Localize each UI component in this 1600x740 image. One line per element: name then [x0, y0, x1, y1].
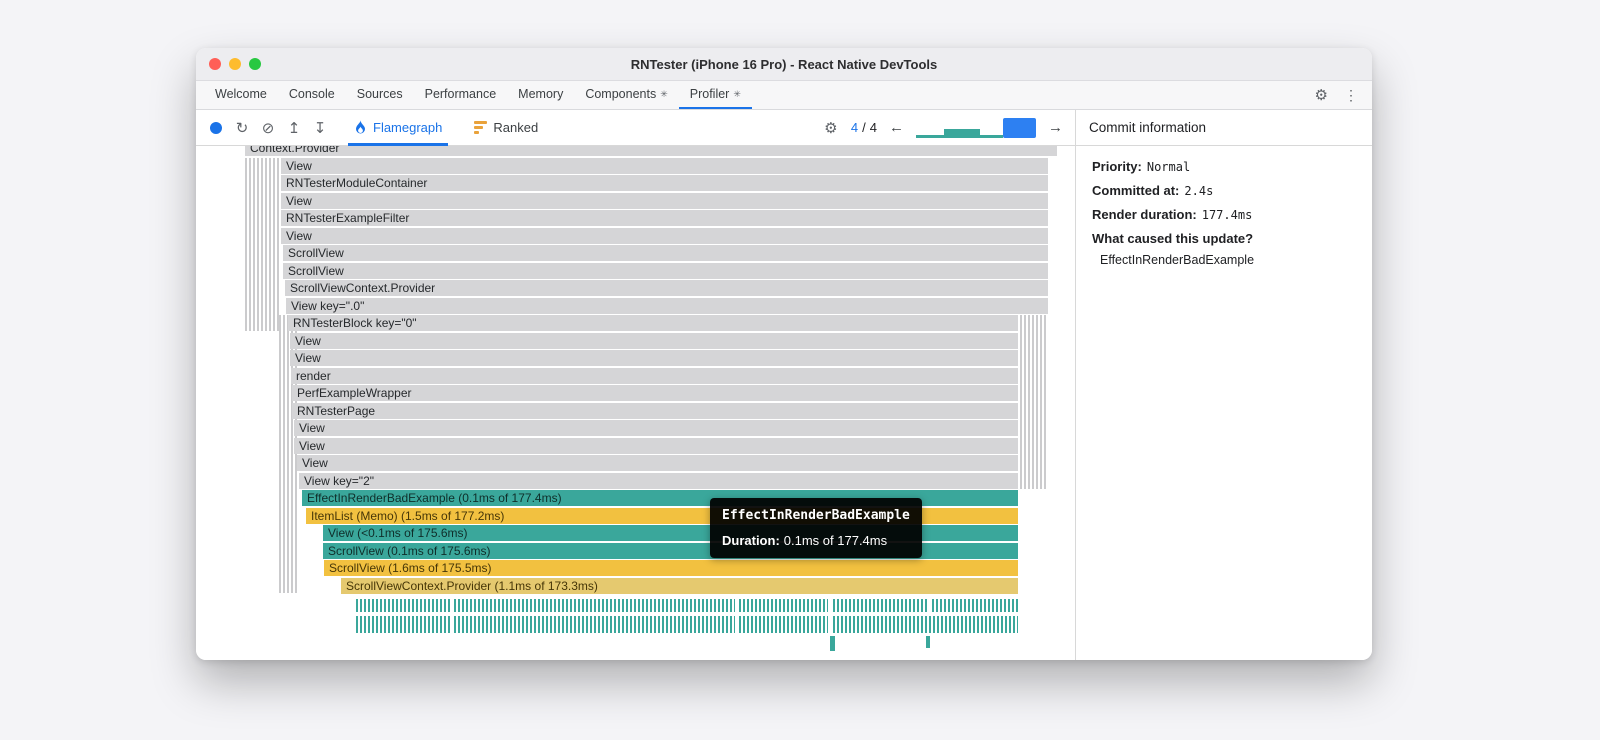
commit-info-body: Priority: Normal Committed at: 2.4s Render… [1076, 146, 1372, 280]
flame-micro-bars[interactable] [454, 599, 735, 612]
profiler-pane: ↻ ⊘ ↥ ↧ Flamegraph Ranked ⚙ 4 / 4 ← → Co… [196, 110, 1076, 660]
flame-tiny-bar[interactable] [926, 636, 930, 648]
flame-micro-bars[interactable] [356, 599, 450, 612]
commit-counter: 4 / 4 [850, 120, 877, 135]
flame-micro-bars[interactable] [356, 616, 450, 633]
flame-micro-bars[interactable] [833, 616, 1018, 633]
commit-info-header: Commit information [1076, 110, 1372, 146]
record-button[interactable] [204, 116, 228, 140]
save-profile-button[interactable]: ↧ [308, 116, 332, 140]
window-title: RNTester (iPhone 16 Pro) - React Native … [630, 56, 938, 72]
render-duration-line: Render duration: 177.4ms [1092, 207, 1253, 222]
commit-selector[interactable] [916, 117, 1036, 138]
flamegraph-view-tab[interactable]: Flamegraph [344, 110, 452, 146]
commit-bar[interactable] [980, 134, 1003, 138]
reload-icon: ↻ [235, 119, 249, 137]
zoom-button[interactable] [249, 58, 261, 70]
flame-bar[interactable]: render [291, 367, 1018, 384]
tooltip-component-name: EffectInRenderBadExample [722, 508, 910, 523]
upload-icon: ↥ [287, 119, 301, 137]
devtools-window: RNTester (iPhone 16 Pro) - React Native … [196, 48, 1372, 660]
tab-performance[interactable]: Performance [414, 81, 508, 109]
flame-bar[interactable]: Context.Provider [245, 146, 1057, 156]
flame-bar[interactable]: PerfExampleWrapper [292, 385, 1018, 401]
update-cause-component[interactable]: EffectInRenderBadExample [1092, 253, 1356, 267]
flame-bar[interactable]: ScrollViewContext.Provider (1.1ms of 173… [341, 577, 1018, 594]
clear-icon: ⊘ [261, 119, 275, 137]
tiny-siblings-band [245, 157, 279, 331]
flame-bar[interactable]: View [281, 227, 1048, 244]
devtools-tabbar: Welcome Console Sources Performance Memo… [196, 81, 1372, 110]
kebab-menu-icon[interactable]: ⋮ [1344, 88, 1358, 102]
titlebar: RNTester (iPhone 16 Pro) - React Native … [196, 48, 1372, 81]
flame-tiny-bar[interactable] [830, 636, 835, 651]
flame-tooltip: EffectInRenderBadExample Duration: 0.1ms … [710, 498, 922, 558]
flame-bar[interactable]: ScrollView [283, 245, 1048, 261]
previous-commit-button[interactable]: ← [885, 119, 908, 136]
flame-bar[interactable]: RNTesterModuleContainer [281, 175, 1048, 191]
flame-bar[interactable]: View [281, 192, 1048, 209]
commit-counter-current: 4 [850, 120, 859, 135]
tooltip-duration: Duration: 0.1ms of 177.4ms [722, 533, 888, 548]
tab-sources[interactable]: Sources [346, 81, 414, 109]
flamegraph[interactable]: Context.Provider View RNTesterModuleContai… [196, 146, 1075, 660]
committed-at-line: Committed at: 2.4s [1092, 183, 1214, 198]
flame-bar[interactable]: View key="2" [299, 472, 1018, 489]
flame-bar[interactable]: View [297, 455, 1018, 471]
react-badge-icon: ✳ [733, 88, 741, 99]
flame-micro-bars[interactable] [739, 599, 828, 612]
flame-bar[interactable]: RNTesterExampleFilter [281, 210, 1048, 226]
flame-bar[interactable]: RNTesterBlock key="0" [288, 315, 1018, 331]
flame-bar[interactable]: View [290, 350, 1018, 366]
left-arrow-icon: ← [889, 119, 904, 136]
gear-icon: ⚙ [824, 119, 838, 137]
record-icon [210, 121, 222, 134]
minimize-button[interactable] [229, 58, 241, 70]
commit-info-pane: Commit information Priority: Normal Commi… [1076, 110, 1372, 660]
commit-bar[interactable] [916, 134, 944, 138]
flame-bar[interactable]: View [294, 420, 1018, 436]
load-profile-button[interactable]: ↥ [282, 116, 306, 140]
commit-bar[interactable] [944, 128, 980, 138]
flame-bar[interactable]: ScrollViewContext.Provider [285, 280, 1048, 296]
traffic-lights [209, 48, 261, 80]
flame-bar[interactable]: ScrollView [283, 262, 1048, 279]
profiler-settings-button[interactable]: ⚙ [819, 116, 843, 140]
ranked-view-tab[interactable]: Ranked [464, 110, 548, 146]
tab-console[interactable]: Console [278, 81, 346, 109]
right-arrow-icon: → [1048, 119, 1063, 136]
ranked-bars-icon [474, 121, 488, 134]
selected-commit-bar[interactable] [1003, 117, 1036, 138]
reload-and-profile-button[interactable]: ↻ [230, 116, 254, 140]
download-icon: ↧ [313, 119, 327, 137]
flame-bar[interactable]: View [281, 157, 1048, 174]
flame-micro-bars[interactable] [454, 616, 735, 633]
flame-bar[interactable]: ScrollView (1.6ms of 175.5ms) [324, 560, 1018, 576]
main-area: ↻ ⊘ ↥ ↧ Flamegraph Ranked ⚙ 4 / 4 ← → Co… [196, 110, 1372, 660]
tab-profiler[interactable]: Profiler ✳ [678, 81, 752, 109]
flame-bar[interactable]: View [294, 437, 1018, 454]
tab-components[interactable]: Components ✳ [574, 81, 678, 109]
flame-micro-bars[interactable] [739, 616, 828, 633]
flame-bar[interactable]: View key=".0" [286, 297, 1048, 314]
clear-profile-button[interactable]: ⊘ [256, 116, 280, 140]
priority-line: Priority: Normal [1092, 159, 1191, 174]
tab-memory[interactable]: Memory [507, 81, 574, 109]
flame-bar[interactable]: RNTesterPage [292, 402, 1018, 419]
flame-micro-bars[interactable] [833, 599, 928, 612]
close-button[interactable] [209, 58, 221, 70]
tabbar-right-actions: ⚙ ⋮ [1315, 81, 1372, 109]
commit-counter-total: 4 [869, 120, 877, 135]
update-cause-label: What caused this update? [1092, 231, 1254, 246]
flame-icon [356, 120, 365, 134]
profiler-toolbar: ↻ ⊘ ↥ ↧ Flamegraph Ranked ⚙ 4 / 4 ← → [196, 110, 1075, 146]
next-commit-button[interactable]: → [1044, 119, 1067, 136]
settings-gear-icon[interactable]: ⚙ [1315, 88, 1328, 103]
tiny-siblings-band [1020, 315, 1048, 489]
react-badge-icon: ✳ [660, 88, 668, 99]
flame-micro-bars[interactable] [932, 599, 1018, 612]
tab-welcome[interactable]: Welcome [204, 81, 278, 109]
flame-bar[interactable]: View [290, 332, 1018, 349]
